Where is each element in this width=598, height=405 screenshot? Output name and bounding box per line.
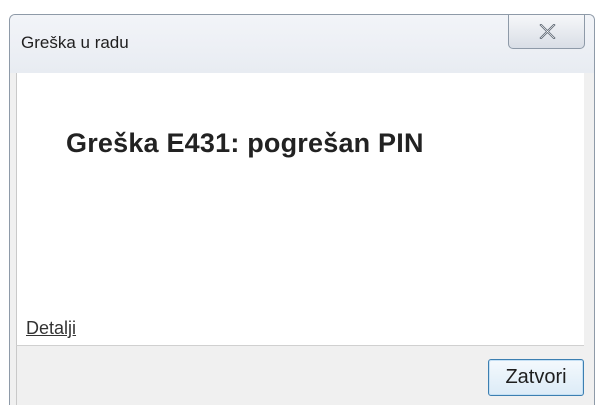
left-edge xyxy=(0,0,9,405)
dialog-content: Greška E431: pogrešan PIN Detalji xyxy=(16,73,584,346)
close-x-icon xyxy=(539,24,556,39)
dialog-footer: Zatvori xyxy=(16,346,584,405)
error-dialog: Greška u radu Greška E431: pogrešan PIN … xyxy=(9,14,595,405)
close-button[interactable]: Zatvori xyxy=(488,359,584,396)
error-message: Greška E431: pogrešan PIN xyxy=(66,128,424,158)
dialog-title: Greška u radu xyxy=(21,33,129,52)
close-window-button[interactable] xyxy=(508,15,585,49)
details-link[interactable]: Detalji xyxy=(26,318,76,339)
dialog-titlebar: Greška u radu xyxy=(10,15,594,73)
